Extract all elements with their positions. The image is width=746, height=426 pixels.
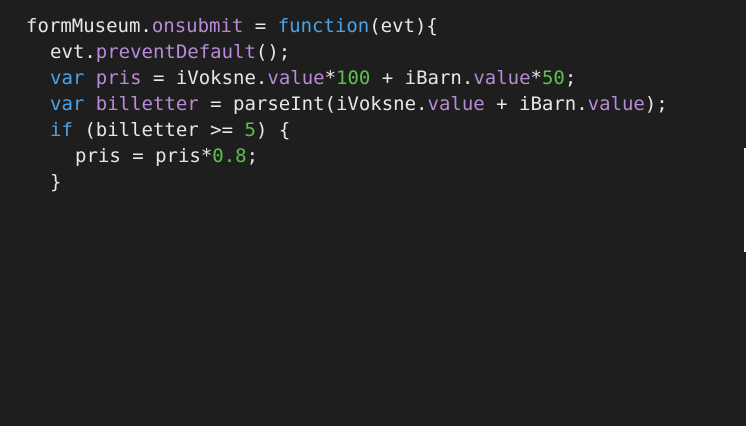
variable-token: pris xyxy=(84,67,142,89)
code-line-3: var pris = iVoksne.value*100 + iBarn.val… xyxy=(26,65,746,91)
identifier-token: = parseInt(iVoksne. xyxy=(198,93,428,115)
punctuation-token: ; xyxy=(246,145,259,167)
keyword-token: function xyxy=(277,15,370,37)
keyword-token: var xyxy=(50,93,85,115)
number-token: 50 xyxy=(541,67,565,89)
code-line-5: if (billetter >= 5) { xyxy=(26,117,746,143)
identifier-token: pris = pris* xyxy=(75,145,213,167)
punctuation-token: (evt){ xyxy=(369,15,438,37)
identifier-token: + iBarn. xyxy=(370,67,474,89)
operator-token: = xyxy=(243,15,278,37)
number-token: 0.8 xyxy=(212,145,247,167)
code-line-7: } xyxy=(26,169,746,195)
code-line-2: evt.preventDefault(); xyxy=(26,39,746,65)
identifier-token: evt. xyxy=(50,41,96,63)
code-editor[interactable]: formMuseum.onsubmit = function(evt){ evt… xyxy=(0,0,746,426)
punctuation-token: (); xyxy=(255,41,291,63)
keyword-token: var xyxy=(50,67,85,89)
identifier-token: + iBarn. xyxy=(484,93,588,115)
property-token: value xyxy=(587,93,645,115)
operator-token: * xyxy=(530,67,542,89)
identifier-token: formMuseum. xyxy=(26,15,152,37)
punctuation-token: ) { xyxy=(255,119,291,141)
property-token: value xyxy=(473,67,531,89)
variable-token: billetter xyxy=(84,93,199,115)
property-token: value xyxy=(267,67,325,89)
punctuation-token: } xyxy=(50,171,62,193)
code-line-6: pris = pris*0.8; xyxy=(26,143,746,169)
punctuation-token: ); xyxy=(644,93,668,115)
operator-token: * xyxy=(324,67,337,89)
number-token: 100 xyxy=(336,67,371,89)
identifier-token: (billetter >= xyxy=(72,119,245,141)
property-token: onsubmit xyxy=(151,15,244,37)
number-token: 5 xyxy=(244,119,256,141)
code-line-4: var billetter = parseInt(iVoksne.value +… xyxy=(26,91,746,117)
punctuation-token: ; xyxy=(564,67,577,89)
property-token: preventDefault xyxy=(95,41,256,63)
identifier-token: = iVoksne. xyxy=(141,67,268,89)
property-token: value xyxy=(427,93,485,115)
code-line-1: formMuseum.onsubmit = function(evt){ xyxy=(26,13,746,39)
keyword-token: if xyxy=(50,119,73,141)
